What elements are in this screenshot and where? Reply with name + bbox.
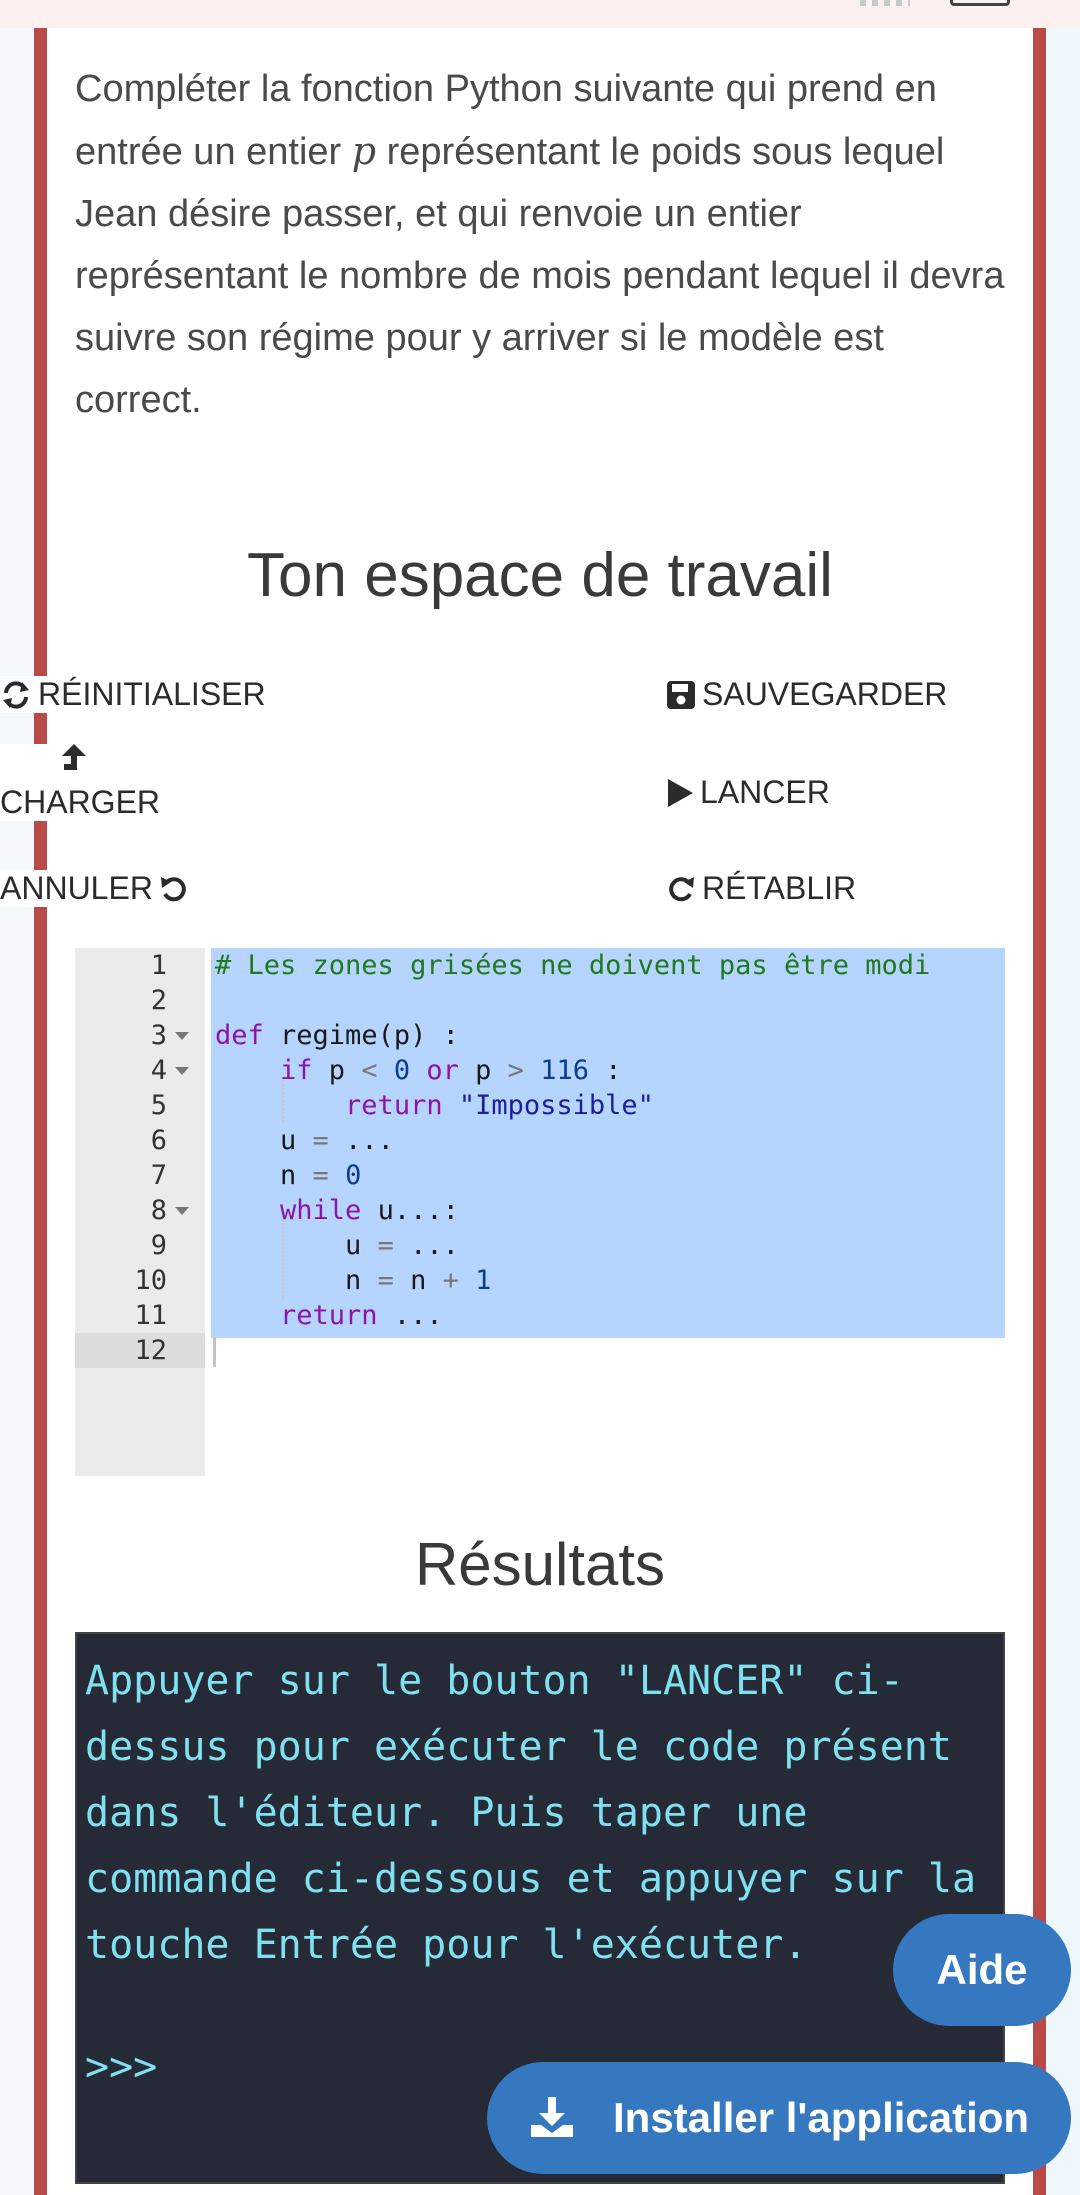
- play-icon: [668, 778, 693, 807]
- terminal-prompt: >>>: [85, 2044, 158, 2090]
- run-button[interactable]: LANCER: [666, 774, 830, 811]
- code-line: 2: [150, 985, 167, 1016]
- code-line: 8 while u...:: [150, 1195, 459, 1226]
- variable-p: p: [351, 129, 377, 173]
- download-icon: [531, 2097, 573, 2137]
- install-app-button[interactable]: Installer l'application: [487, 2062, 1071, 2174]
- code-line: 3 def regime(p) :: [150, 1020, 459, 1051]
- undo-icon: [160, 876, 186, 901]
- status-bar: [0, 0, 1080, 28]
- signal-icon: [860, 0, 910, 6]
- fold-arrow-icon[interactable]: [175, 1067, 189, 1075]
- code-editor[interactable]: 1 # Les zones grisées ne doivent pas êtr…: [75, 948, 1005, 1476]
- code-line: 9 u = ...: [150, 1230, 459, 1261]
- help-label: Aide: [936, 1946, 1028, 1993]
- page-background: [1048, 28, 1080, 2195]
- save-button[interactable]: SAUVEGARDER: [666, 676, 948, 713]
- run-label: LANCER: [700, 774, 830, 810]
- code-line: 11 return ...: [134, 1300, 443, 1331]
- undo-button[interactable]: ANNULER: [0, 870, 189, 907]
- redo-label: RÉTABLIR: [702, 870, 857, 906]
- code-line: 6 u = ...: [150, 1125, 394, 1156]
- code-line: 4 if p < 0 or p > 116 :: [150, 1055, 622, 1086]
- sync-icon: [3, 680, 29, 709]
- redo-icon: [669, 876, 694, 901]
- save-label: SAUVEGARDER: [702, 676, 948, 712]
- upload-arrow-icon: [62, 744, 86, 770]
- load-label: CHARGER: [0, 784, 161, 820]
- code-line: 7 n = 0: [150, 1160, 362, 1191]
- results-title: Résultats: [414, 1531, 666, 1598]
- code-line: 10 n = n + 1: [134, 1265, 492, 1296]
- workspace-title: Ton espace de travail: [247, 541, 833, 610]
- code-line: 1 # Les zones grisées ne doivent pas êtr…: [150, 950, 931, 981]
- indent-guide: [282, 1080, 284, 1122]
- help-button[interactable]: Aide: [893, 1914, 1071, 2026]
- install-label: Installer l'application: [613, 2094, 1030, 2141]
- code-line-active: 12: [75, 1333, 1005, 1368]
- terminal-output: Appuyer sur le bouton "LANCER" ci-dessus…: [85, 1658, 1001, 1968]
- floppy-disk-icon: [667, 680, 695, 709]
- load-button[interactable]: CHARGER: [0, 744, 173, 821]
- code-line: 5 return "Impossible": [150, 1090, 654, 1121]
- reset-button[interactable]: RÉINITIALISER: [0, 676, 266, 713]
- fold-arrow-icon[interactable]: [175, 1207, 189, 1215]
- redo-button[interactable]: RÉTABLIR: [666, 870, 857, 907]
- exercise-instructions: Compléter la fonction Python suivante qu…: [75, 68, 1005, 421]
- fold-arrow-icon[interactable]: [175, 1032, 189, 1040]
- text-cursor: [213, 1337, 216, 1367]
- indent-guide: [282, 1220, 284, 1300]
- reset-label: RÉINITIALISER: [38, 676, 266, 712]
- undo-label: ANNULER: [0, 870, 153, 906]
- battery-icon: [950, 0, 1010, 6]
